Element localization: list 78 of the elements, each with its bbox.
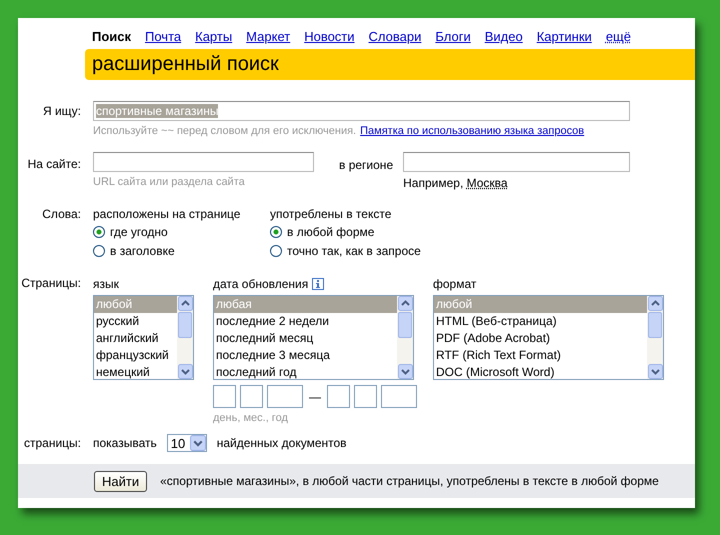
nav-link[interactable]: Новости xyxy=(304,29,355,44)
scroll-thumb[interactable] xyxy=(178,312,192,338)
scroll-thumb[interactable] xyxy=(648,312,662,338)
nav-link[interactable]: Картинки xyxy=(536,29,592,44)
list-option[interactable]: последние 2 недели xyxy=(214,313,397,330)
page-title: расширенный поиск xyxy=(92,53,279,76)
nav-link[interactable]: Поиск xyxy=(92,29,132,44)
list-box[interactable]: любая последние 2 недели последний месяц последние 3 месяца последний год xyxy=(213,295,414,380)
scroll-down-icon[interactable] xyxy=(178,364,192,379)
year-field[interactable] xyxy=(381,385,417,408)
list-option[interactable]: DOC (Microsoft Word) xyxy=(434,364,647,379)
option-label[interactable]: в заголовке xyxy=(110,244,175,258)
results-suffix: найденных документов xyxy=(216,436,347,450)
help-link[interactable]: Памятка по использованию языка запросов xyxy=(360,125,584,137)
hint-text: день, мес., год xyxy=(213,412,289,424)
list-option[interactable]: RTF (Rich Text Format) xyxy=(434,347,647,364)
group-title: употреблены в тексте xyxy=(270,207,392,221)
field-label: Слова: xyxy=(41,207,81,223)
hint-text: URL сайта или раздела сайта xyxy=(93,176,246,188)
hint-text: Используйте ~~ перед словом для его исключения. xyxy=(93,125,356,137)
region-field[interactable] xyxy=(403,152,630,172)
day-field[interactable] xyxy=(213,385,236,408)
scroll-down-icon[interactable] xyxy=(398,364,412,379)
scrollbar[interactable] xyxy=(647,296,663,379)
radio-button[interactable] xyxy=(93,245,105,257)
list-title: язык xyxy=(93,277,119,291)
list-option[interactable]: HTML (Веб-страница) xyxy=(434,313,647,330)
list-option[interactable]: PDF (Adobe Acrobat) xyxy=(434,330,647,347)
month-field[interactable] xyxy=(354,385,377,408)
scroll-up-icon[interactable] xyxy=(648,296,662,311)
field-label: Страницы: xyxy=(20,276,81,292)
day-field[interactable] xyxy=(327,385,350,408)
region-link[interactable]: Москва xyxy=(466,176,508,190)
site-field[interactable] xyxy=(93,152,314,172)
scroll-thumb[interactable] xyxy=(398,312,412,338)
list-option[interactable]: французский xyxy=(94,347,177,364)
date-separator: — xyxy=(309,390,321,404)
field-label: страницы: xyxy=(22,435,81,452)
scroll-up-icon[interactable] xyxy=(178,296,192,311)
results-prefix: показывать xyxy=(93,436,157,450)
field-label: На сайте: xyxy=(26,156,81,173)
field-label: Я ищу: xyxy=(42,103,81,120)
scroll-up-icon[interactable] xyxy=(398,296,412,311)
scrollbar[interactable] xyxy=(177,296,193,379)
list-option[interactable]: последний месяц xyxy=(214,330,397,347)
list-option[interactable]: последние 3 месяца xyxy=(214,347,397,364)
find-button[interactable]: Найти xyxy=(94,470,148,492)
radio-button[interactable] xyxy=(270,226,282,238)
radio-button[interactable] xyxy=(270,245,282,257)
nav-link[interactable]: Видео xyxy=(484,29,523,44)
list-option[interactable]: русский xyxy=(94,313,177,330)
group-title: расположены на странице xyxy=(93,207,242,221)
list-title: формат xyxy=(433,277,476,291)
list-box[interactable]: любой русский английский французский немецкий xyxy=(93,295,194,380)
option-label[interactable]: где угодно xyxy=(110,225,168,239)
list-title: дата обновления xyxy=(213,277,308,291)
nav-link[interactable]: Карты xyxy=(195,29,232,44)
count-dropdown[interactable]: 10 xyxy=(166,434,207,452)
scrollbar[interactable] xyxy=(397,296,413,379)
year-field[interactable] xyxy=(267,385,303,408)
option-label[interactable]: в любой форме xyxy=(287,225,374,239)
list-option[interactable]: английский xyxy=(94,330,177,347)
scroll-down-icon[interactable] xyxy=(648,364,662,379)
nav-link[interactable]: ещё xyxy=(606,29,631,44)
field-label: в регионе xyxy=(339,158,394,174)
list-option[interactable]: последний год xyxy=(214,364,397,379)
list-option[interactable]: немецкий xyxy=(94,364,177,379)
option-label[interactable]: точно так, как в запросе xyxy=(287,244,421,258)
nav-link[interactable]: Почта xyxy=(145,29,182,44)
nav-link[interactable]: Словари xyxy=(368,29,422,44)
month-field[interactable] xyxy=(240,385,263,408)
list-box[interactable]: любой HTML (Веб-страница) PDF (Adobe Acrobat) RTF (Rich Text Format) DOC (Microsoft Word) xyxy=(433,295,664,380)
radio-button[interactable] xyxy=(93,226,105,238)
example-text: Например, xyxy=(403,176,464,190)
nav-link[interactable]: Маркет xyxy=(246,29,290,44)
query-summary: «спортивные магазины», в любой части страницы, употреблены в тексте в любой форме xyxy=(160,474,659,488)
info-icon[interactable] xyxy=(312,278,324,290)
nav-link[interactable]: Блоги xyxy=(435,29,471,44)
